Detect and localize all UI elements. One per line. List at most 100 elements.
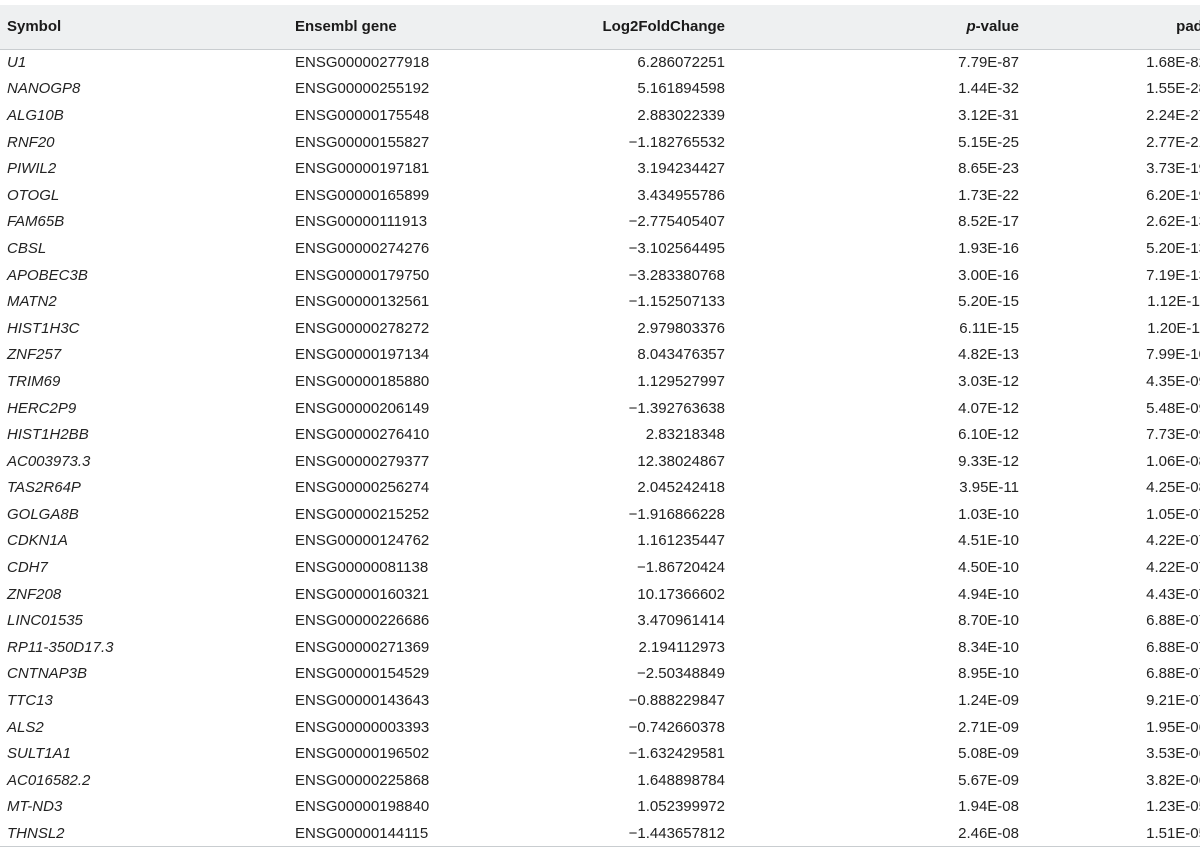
cell-symbol: ZNF257 <box>7 346 62 364</box>
cell-log2foldchange: 3.434955786 <box>637 186 725 204</box>
table-row: CDH7 ENSG00000081138 −1.86720424 4.50E-10 4.… <box>0 554 1200 581</box>
cell-ensembl-gene: ENSG00000197181 <box>295 160 430 178</box>
cell-padj: 1.12E-11 <box>1147 293 1200 311</box>
cell-p-value: 2.46E-08 <box>725 820 1019 848</box>
cell-p-value: 5.08E-09 <box>958 745 1019 763</box>
header-log2foldchange: Log2FoldChange <box>557 5 725 50</box>
cell-log2foldchange: −1.86720424 <box>636 559 725 577</box>
cell-p-value: 8.34E-10 <box>958 638 1019 656</box>
cell-p-value: 6.11E-15 <box>959 319 1019 337</box>
table-row: GOLGA8B ENSG00000215252 −1.916866228 1.03E-… <box>0 501 1200 528</box>
table-row: CBSL ENSG00000274276 −3.102564495 1.93E-16 5… <box>0 235 1200 262</box>
cell-p-value: 4.50E-10 <box>958 559 1019 577</box>
cell-ensembl-gene: ENSG00000160321 <box>295 585 430 603</box>
table-row: ALG10B ENSG00000175548 2.883022339 3.12E-31… <box>0 102 1200 129</box>
cell-ensembl-gene: ENSG00000111913 <box>295 213 428 231</box>
table-row: TRIM69 ENSG00000185880 1.129527997 3.03E-12… <box>0 368 1200 395</box>
cell-log2foldchange: 2.979803376 <box>637 319 725 337</box>
cell-ensembl-gene: ENSG00000277918 <box>295 54 430 72</box>
cell-p-value: 4.07E-12 <box>958 399 1019 417</box>
header-row: Symbol Ensembl gene Log2FoldChange p-val… <box>0 5 1200 50</box>
cell-p-value: 4.94E-10 <box>958 585 1019 603</box>
cell-ensembl-gene: ENSG00000271369 <box>295 638 430 656</box>
header-p-value: p-value <box>725 5 1019 50</box>
cell-padj: 3.73E-19 <box>1146 160 1200 178</box>
cell-ensembl-gene: ENSG00000276410 <box>295 426 430 444</box>
cell-symbol: TAS2R64P <box>7 479 81 497</box>
table-row: OTOGL ENSG00000165899 3.434955786 1.73E-22 6… <box>0 182 1200 209</box>
cell-symbol: CBSL <box>7 239 47 257</box>
cell-p-value: 8.65E-23 <box>958 160 1019 178</box>
cell-padj: 4.35E-09 <box>1146 372 1200 390</box>
cell-log2foldchange: −2.775405407 <box>628 213 725 231</box>
table-row: NANOGP8 ENSG00000255192 5.161894598 1.44E-3… <box>0 76 1200 103</box>
cell-symbol: CDKN1A <box>7 532 68 550</box>
cell-symbol: THNSL2 <box>0 820 295 848</box>
cell-ensembl-gene: ENSG00000279377 <box>295 452 430 470</box>
cell-log2foldchange: 12.38024867 <box>637 452 725 470</box>
cell-p-value: 1.94E-08 <box>958 798 1019 816</box>
cell-padj: 4.25E-08 <box>1146 479 1200 497</box>
table-row: ALS2 ENSG00000003393 −0.742660378 2.71E-09 1… <box>0 714 1200 741</box>
cell-p-value: 5.20E-15 <box>958 293 1019 311</box>
cell-padj: 6.88E-07 <box>1146 638 1200 656</box>
cell-padj: 1.06E-08 <box>1146 452 1200 470</box>
table-row: RNF20 ENSG00000155827 −1.182765532 5.15E-25… <box>0 129 1200 156</box>
gene-table-container: Symbol Ensembl gene Log2FoldChange p-val… <box>0 0 1200 866</box>
cell-log2foldchange: 3.194234427 <box>637 160 725 178</box>
cell-log2foldchange: 10.17366602 <box>637 585 725 603</box>
cell-log2foldchange: −3.283380768 <box>628 266 725 284</box>
cell-log2foldchange: 5.161894598 <box>637 80 725 98</box>
cell-log2foldchange: 8.043476357 <box>637 346 725 364</box>
table-row: AC016582.2 ENSG00000225868 1.648898784 5.67… <box>0 767 1200 794</box>
cell-symbol: APOBEC3B <box>7 266 88 284</box>
cell-padj: 9.21E-07 <box>1146 692 1200 710</box>
cell-symbol: MATN2 <box>7 293 57 311</box>
differential-expression-table: Symbol Ensembl gene Log2FoldChange p-val… <box>0 5 1200 848</box>
cell-padj: 3.82E-06 <box>1146 771 1200 789</box>
table-row: TAS2R64P ENSG00000256274 2.045242418 3.95E-… <box>0 475 1200 502</box>
cell-padj: 6.20E-19 <box>1146 186 1200 204</box>
cell-symbol: LINC01535 <box>7 612 83 630</box>
cell-ensembl-gene: ENSG00000278272 <box>295 319 430 337</box>
cell-ensembl-gene: ENSG00000198840 <box>295 798 430 816</box>
table-row: RP11-350D17.3 ENSG00000271369 2.194112973 8… <box>0 634 1200 661</box>
cell-padj: 7.19E-13 <box>1146 266 1200 284</box>
cell-padj: 1.51E-05 <box>1019 820 1200 848</box>
cell-p-value: 8.52E-17 <box>958 213 1019 231</box>
cell-p-value: 3.95E-11 <box>959 479 1019 497</box>
cell-padj: 7.99E-10 <box>1146 346 1200 364</box>
cell-log2foldchange: −1.392763638 <box>628 399 725 417</box>
cell-ensembl-gene: ENSG00000185880 <box>295 372 430 390</box>
table-body: U1 ENSG00000277918 6.286072251 7.79E-87 1.68… <box>0 49 1200 848</box>
table-row: FAM65B ENSG00000111913 −2.775405407 8.52E-1… <box>0 209 1200 236</box>
table-row: TTC13 ENSG00000143643 −0.888229847 1.24E-09… <box>0 687 1200 714</box>
table-row: U1 ENSG00000277918 6.286072251 7.79E-87 1.68… <box>0 49 1200 76</box>
cell-log2foldchange: −1.916866228 <box>628 505 725 523</box>
cell-ensembl-gene: ENSG00000274276 <box>295 239 430 257</box>
cell-symbol: RNF20 <box>7 133 55 151</box>
cell-log2foldchange: 2.045242418 <box>637 479 725 497</box>
cell-symbol: U1 <box>7 54 27 72</box>
cell-p-value: 8.95E-10 <box>958 665 1019 683</box>
cell-ensembl-gene: ENSG00000196502 <box>295 745 430 763</box>
header-p-value-suffix: -value <box>975 18 1019 36</box>
cell-log2foldchange: 1.161235447 <box>637 532 725 550</box>
cell-p-value: 4.82E-13 <box>958 346 1019 364</box>
cell-log2foldchange: −1.152507133 <box>628 293 725 311</box>
table-row: MATN2 ENSG00000132561 −1.152507133 5.20E-15… <box>0 288 1200 315</box>
cell-symbol: HERC2P9 <box>7 399 77 417</box>
cell-ensembl-gene: ENSG00000154529 <box>295 665 430 683</box>
cell-padj: 6.88E-07 <box>1146 612 1200 630</box>
cell-log2foldchange: −1.632429581 <box>628 745 725 763</box>
table-row: HIST1H3C ENSG00000278272 2.979803376 6.11E-… <box>0 315 1200 342</box>
header-p-value-italic: p <box>966 18 976 36</box>
cell-log2foldchange: −1.443657812 <box>557 820 725 848</box>
cell-padj: 4.22E-07 <box>1146 532 1200 550</box>
table-row: LINC01535 ENSG00000226686 3.470961414 8.70E… <box>0 607 1200 634</box>
cell-log2foldchange: 2.83218348 <box>645 426 725 444</box>
cell-p-value: 3.00E-16 <box>958 266 1019 284</box>
cell-padj: 1.23E-05 <box>1146 798 1200 816</box>
cell-log2foldchange: 1.129527997 <box>637 372 725 390</box>
cell-ensembl-gene: ENSG00000175548 <box>295 106 430 124</box>
